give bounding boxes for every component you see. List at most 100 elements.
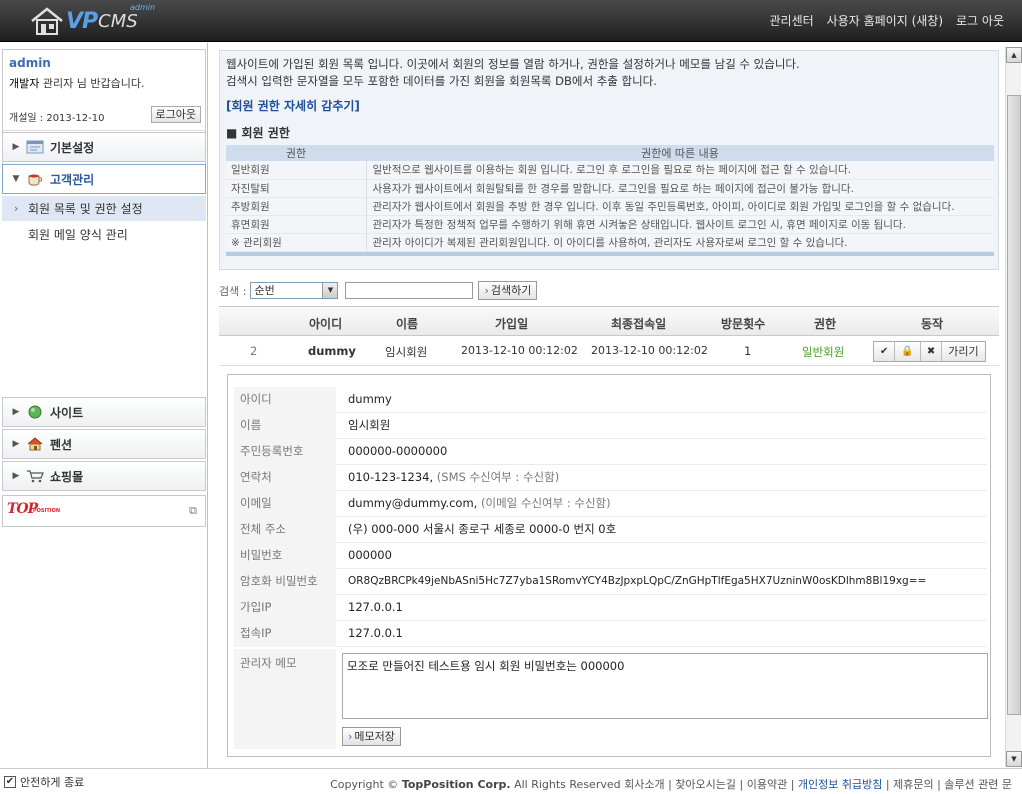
memo-row: 관리자 메모 모조로 만들어진 테스트용 임시 회원 비밀번호는 000000 … bbox=[234, 649, 988, 749]
sidebar-logout-button[interactable]: 로그아웃 bbox=[150, 106, 201, 123]
scroll-up-icon[interactable]: ▲ bbox=[1006, 47, 1022, 63]
detail-main: 임시회원 bbox=[348, 418, 391, 432]
member-detail: 아이디 dummy 이름 임시회원 주민등록번호 000000-0000000 연락처… bbox=[227, 374, 991, 757]
col-id[interactable]: 아이디 bbox=[309, 315, 342, 332]
top-nav: 관리센터 사용자 홈페이지 (새창) 로그 아웃 bbox=[769, 12, 1004, 29]
info-line-1: 웹사이트에 가입된 회원 목록 입니다. 이곳에서 회원의 정보를 열람 하거나… bbox=[226, 57, 800, 71]
chevron-down-icon: ▼ bbox=[12, 174, 20, 184]
table-row[interactable]: 2 dummy 임시회원 2013-12-10 00:12:02 2013-12… bbox=[219, 336, 999, 366]
col-last-access[interactable]: 최종접속일 bbox=[611, 315, 666, 332]
role-name: ※ 관리회원 bbox=[226, 233, 367, 252]
row-joined: 2013-12-10 00:12:02 bbox=[461, 344, 578, 357]
scroll-thumb[interactable] bbox=[1007, 95, 1021, 715]
sub-label: 회원 메일 양식 관리 bbox=[28, 228, 128, 242]
footer-link-directions[interactable]: 찾아오시는길 bbox=[675, 778, 736, 791]
save-memo-button[interactable]: 메모저장 bbox=[342, 727, 401, 746]
memo-label: 관리자 메모 bbox=[234, 649, 336, 749]
sub-member-list[interactable]: › 회원 목록 및 권한 설정 bbox=[2, 196, 206, 221]
search-button[interactable]: 검색하기 bbox=[478, 281, 538, 300]
main-content: 웹사이트에 가입된 회원 목록 입니다. 이곳에서 회원의 정보를 열람 하거나… bbox=[210, 43, 1005, 768]
copyright: Copyright © TopPosition Corp. All Rights… bbox=[330, 778, 1012, 791]
detail-value: 000000-0000000 bbox=[348, 439, 447, 463]
detail-value: dummy bbox=[348, 387, 392, 411]
select-value: 순번 bbox=[254, 284, 275, 297]
chevron-right-icon: ▶ bbox=[12, 439, 20, 449]
row-name: 임시회원 bbox=[385, 345, 428, 359]
role-name: 일반회원 bbox=[226, 161, 367, 180]
topposition-logo-sub: POSITION bbox=[33, 508, 61, 514]
detail-row-password: 비밀번호 000000 bbox=[234, 543, 986, 569]
role-desc: 일반적으로 웹사이트를 이용하는 회원 입니다. 로그인 후 로그인을 필요로 … bbox=[366, 161, 994, 180]
logo-admin-sup: admin bbox=[130, 3, 156, 12]
logo-cms: CMS bbox=[98, 10, 138, 32]
col-joined[interactable]: 가입일 bbox=[495, 315, 528, 332]
footer-link-partnership[interactable]: 제휴문의 bbox=[893, 778, 933, 791]
col-name[interactable]: 이름 bbox=[396, 315, 418, 332]
greeting: 개발자 관리자 님 반갑습니다. bbox=[9, 75, 144, 91]
detail-key: 주민등록번호 bbox=[234, 439, 336, 465]
sidebar: admin 개발자 관리자 님 반갑습니다. 개설일 : 2013-12-10 … bbox=[0, 43, 208, 768]
detail-key: 비밀번호 bbox=[234, 543, 336, 569]
menu-label: 펜션 bbox=[50, 437, 73, 452]
detail-value: (우) 000-000 서울시 종로구 세종로 0000-0 번지 0호 bbox=[348, 517, 616, 541]
member-grid: 아이디 이름 가입일 최종접속일 방문횟수 권한 동작 2 dummy 임시회원… bbox=[219, 306, 999, 366]
safe-exit[interactable]: ✔ 안전하게 종료 bbox=[4, 774, 84, 790]
col-visits[interactable]: 방문횟수 bbox=[721, 315, 765, 332]
detail-key: 이름 bbox=[234, 413, 336, 439]
brand-box: TOP POSITION ⧉ bbox=[2, 495, 206, 527]
lock-icon[interactable]: 🔒 bbox=[895, 342, 921, 361]
detail-value: 127.0.0.1 bbox=[348, 621, 403, 645]
menu-pension[interactable]: ▶ 펜션 bbox=[2, 429, 206, 459]
table-row: 자진탈퇴 사용자가 웹사이트에서 회원탈퇴를 한 경우를 말합니다. 로그인을 필… bbox=[226, 179, 994, 198]
scroll-down-icon[interactable]: ▼ bbox=[1006, 751, 1022, 767]
house-logo-icon bbox=[31, 7, 63, 35]
hide-button[interactable]: 가리기 bbox=[942, 342, 984, 361]
row-role[interactable]: 일반회원 bbox=[802, 344, 844, 360]
top-bar: VP CMS admin 관리센터 사용자 홈페이지 (새창) 로그 아웃 bbox=[0, 0, 1022, 42]
nav-logout[interactable]: 로그 아웃 bbox=[956, 12, 1004, 29]
user-name: admin bbox=[9, 56, 51, 70]
detail-key: 접속IP bbox=[234, 621, 336, 647]
search-input[interactable] bbox=[345, 282, 474, 299]
footer-link-solution[interactable]: 솔루션 관련 문 bbox=[944, 778, 1012, 791]
role-name: 휴면회원 bbox=[226, 215, 367, 234]
nav-user-homepage[interactable]: 사용자 홈페이지 (새창) bbox=[827, 12, 943, 29]
detail-main: 010-123-1234, bbox=[348, 470, 437, 484]
open-date: 개설일 : 2013-12-10 bbox=[9, 113, 105, 124]
nav-admin-center[interactable]: 관리센터 bbox=[769, 12, 813, 29]
detail-key: 암호화 비밀번호 bbox=[234, 569, 336, 595]
menu-shopping-mall[interactable]: ▶ 쇼핑몰 bbox=[2, 461, 206, 491]
main-scrollbar[interactable]: ▲ ▼ bbox=[1005, 47, 1022, 767]
restore-window-icon[interactable]: ⧉ bbox=[189, 504, 197, 518]
detail-main: 127.0.0.1 bbox=[348, 600, 403, 614]
dropdown-arrow-icon[interactable]: ▼ bbox=[322, 283, 338, 298]
footer: ✔ 안전하게 종료 Copyright © TopPosition Corp. … bbox=[0, 768, 1022, 794]
menu-customer-management[interactable]: ▼ 고객관리 bbox=[2, 164, 206, 194]
row-last-access: 2013-12-10 00:12:02 bbox=[591, 344, 708, 357]
col-role[interactable]: 권한 bbox=[814, 315, 836, 332]
footer-link-terms[interactable]: 이용약관 bbox=[747, 778, 787, 791]
footer-link-company[interactable]: 회사소개 bbox=[624, 778, 664, 791]
safe-exit-label: 안전하게 종료 bbox=[20, 776, 85, 789]
row-number: 2 bbox=[250, 344, 258, 358]
detail-main: 000000 bbox=[348, 548, 392, 562]
search-field-select[interactable]: 순번 ▼ bbox=[250, 282, 339, 299]
role-desc: 관리자가 특정한 정책적 업무를 수행하기 위해 휴면 시켜놓은 상태입니다. … bbox=[366, 215, 994, 234]
detail-row-access-ip: 접속IP 127.0.0.1 bbox=[234, 621, 986, 647]
footer-link-privacy[interactable]: 개인정보 취급방침 bbox=[798, 778, 882, 791]
vpcms-logo[interactable]: VP CMS admin bbox=[30, 3, 155, 36]
detail-main: (우) 000-000 서울시 종로구 세종로 0000-0 번지 0호 bbox=[348, 522, 617, 536]
close-icon[interactable]: ✖ bbox=[921, 342, 943, 361]
role-table: 권한 권한에 따른 내용 일반회원 일반적으로 웹사이트를 이용하는 회원 입니다… bbox=[226, 145, 994, 252]
info-line-2: 검색시 입력한 문자열을 모두 포함한 데이터를 가진 회원을 회원목록 DB에… bbox=[226, 74, 657, 88]
sub-member-mail-template[interactable]: 회원 메일 양식 관리 bbox=[2, 222, 206, 247]
admin-memo-textarea[interactable]: 모조로 만들어진 테스트용 임시 회원 비밀번호는 000000 bbox=[342, 653, 988, 719]
checkbox-checked-icon[interactable]: ✔ bbox=[4, 776, 16, 788]
toggle-role-details-link[interactable]: [회원 권한 자세히 감추기] bbox=[226, 97, 360, 114]
check-icon[interactable]: ✔ bbox=[874, 342, 896, 361]
menu-label: 사이트 bbox=[50, 405, 84, 420]
row-visits: 1 bbox=[744, 344, 752, 358]
menu-basic-settings[interactable]: ▶ 기본설정 bbox=[2, 132, 206, 162]
menu-site[interactable]: ▶ 사이트 bbox=[2, 397, 206, 427]
detail-value: 010-123-1234, (SMS 수신여부 : 수신함) bbox=[348, 465, 559, 489]
